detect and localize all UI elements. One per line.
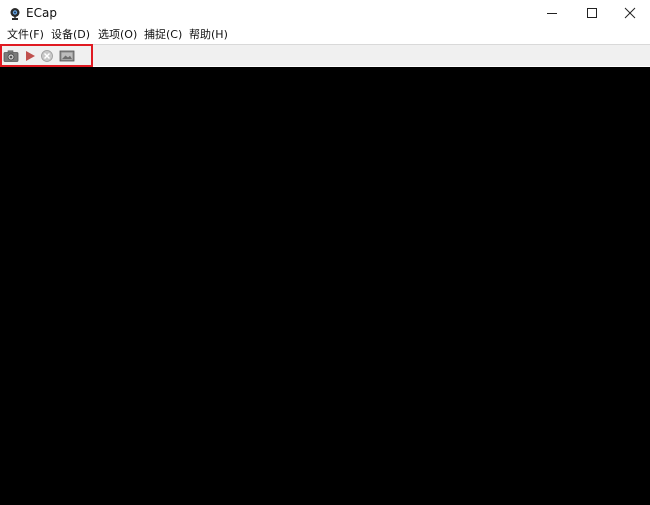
menu-device[interactable]: 设备(D) [51, 27, 90, 42]
menu-help[interactable]: 帮助(H) [189, 27, 228, 42]
maximize-button[interactable] [572, 0, 612, 26]
maximize-icon [587, 8, 597, 18]
menu-capture[interactable]: 捕捉(C) [144, 27, 182, 42]
menu-bar: 文件(F) 设备(D) 选项(O) 捕捉(C) 帮助(H) [0, 26, 650, 44]
window-title: ECap [26, 6, 57, 20]
toolbar-highlight-box [0, 44, 93, 67]
menu-file[interactable]: 文件(F) [7, 27, 44, 42]
menu-options[interactable]: 选项(O) [98, 27, 137, 42]
toolbar [0, 44, 650, 66]
ecap-window: ECap 文件(F) 设备(D) 选项(O) 捕捉(C) 帮助(H) [0, 0, 650, 505]
minimize-button[interactable] [532, 0, 572, 26]
minimize-icon [547, 13, 557, 14]
close-button[interactable] [610, 0, 650, 26]
title-bar: ECap [0, 0, 650, 26]
webcam-icon [8, 6, 22, 20]
close-icon [624, 7, 636, 19]
video-preview-area [0, 67, 650, 505]
